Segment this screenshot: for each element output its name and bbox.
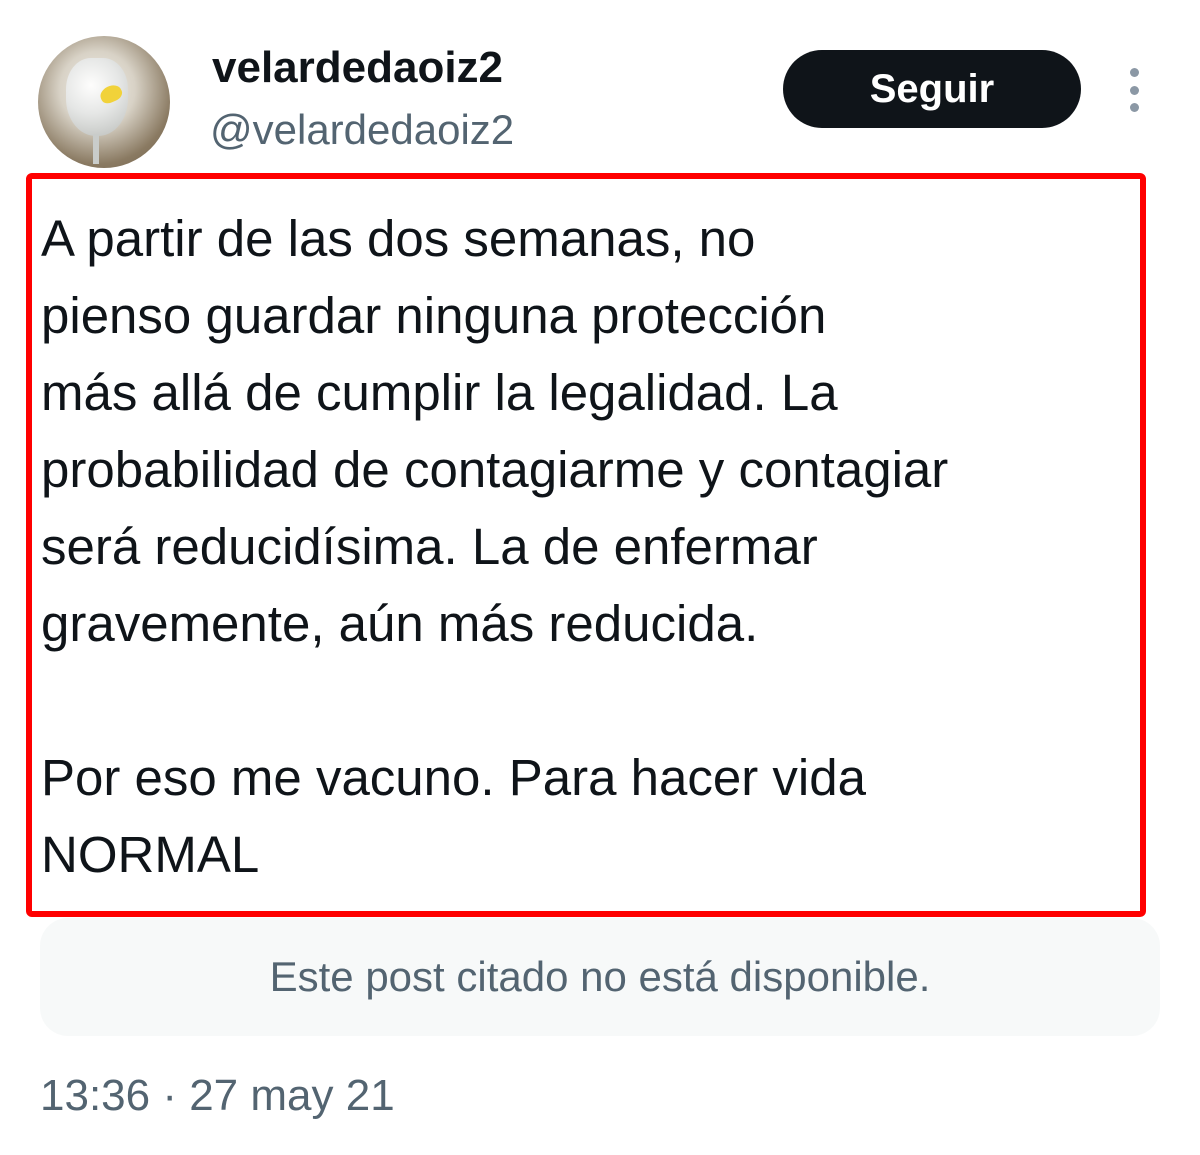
- more-dot: [1129, 85, 1139, 95]
- tweet-timestamp[interactable]: 13:36 · 27 may 21: [40, 1070, 395, 1122]
- follow-button[interactable]: Seguir: [783, 50, 1081, 128]
- tweet-paragraph: Por eso me vacuno. Para hacer vida NORMA…: [41, 749, 866, 883]
- more-dot: [1129, 103, 1139, 112]
- glass-stem-image: [93, 134, 99, 164]
- tweet-paragraph: A partir de las dos semanas, no pienso g…: [41, 210, 949, 652]
- tweet-text: A partir de las dos semanas, no pienso g…: [41, 200, 1141, 893]
- more-vertical-icon[interactable]: [1122, 68, 1146, 112]
- more-dot: [1129, 68, 1139, 77]
- author-handle[interactable]: @velardedaoiz2: [210, 104, 514, 156]
- avatar[interactable]: [38, 36, 170, 168]
- quoted-post-unavailable[interactable]: Este post citado no está disponible.: [40, 918, 1160, 1036]
- author-display-name[interactable]: velardedaoiz2: [212, 42, 503, 94]
